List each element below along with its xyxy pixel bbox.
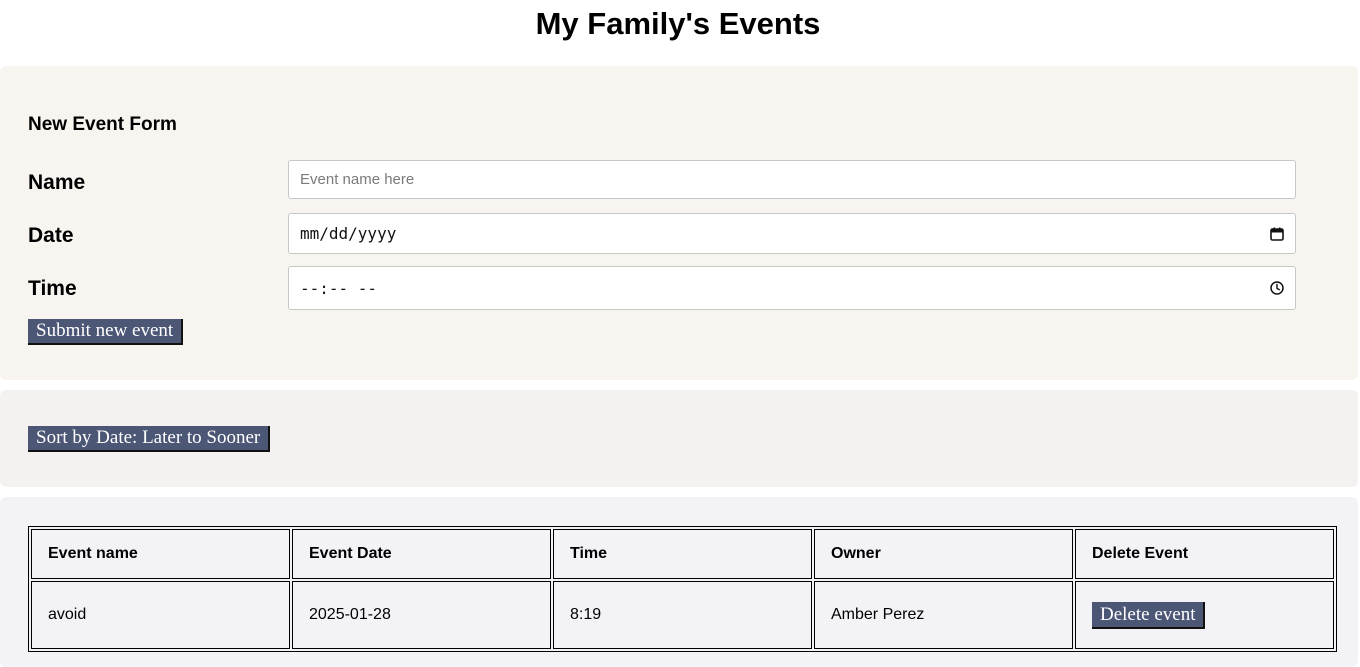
column-header-delete-event: Delete Event — [1075, 529, 1334, 579]
new-event-form: New Event Form Name Event name here Date… — [0, 66, 1358, 380]
events-table: Event name Event Date Time Owner Delete … — [28, 526, 1337, 652]
name-label: Name — [28, 171, 86, 194]
column-header-owner: Owner — [814, 529, 1073, 579]
date-label: Date — [28, 224, 74, 247]
event-name-placeholder: Event name here — [300, 171, 415, 188]
events-table-section: Event name Event Date Time Owner Delete … — [0, 497, 1358, 667]
cell-owner: Amber Perez — [814, 581, 1073, 649]
time-value: --:-- -- — [300, 279, 378, 298]
cell-time: 8:19 — [553, 581, 812, 649]
event-time-input[interactable]: --:-- -- — [288, 266, 1296, 310]
form-heading: New Event Form — [28, 114, 177, 135]
sort-section: Sort by Date: Later to Sooner — [0, 390, 1358, 487]
event-name-input[interactable]: Event name here — [288, 160, 1296, 199]
delete-event-button[interactable]: Delete event — [1092, 601, 1206, 629]
column-header-event-date: Event Date — [292, 529, 551, 579]
cell-delete: Delete event — [1075, 581, 1334, 649]
table-row: avoid 2025-01-28 8:19 Amber Perez Delete… — [31, 581, 1334, 649]
column-header-event-name: Event name — [31, 529, 290, 579]
column-header-time: Time — [553, 529, 812, 579]
submit-new-event-button[interactable]: Submit new event — [28, 319, 184, 345]
cell-event-name: avoid — [31, 581, 290, 649]
page-title: My Family's Events — [535, 6, 821, 41]
table-header-row: Event name Event Date Time Owner Delete … — [31, 529, 1334, 579]
clock-icon[interactable] — [1269, 280, 1285, 296]
date-value: mm/dd/yyyy — [300, 224, 397, 243]
sort-by-date-button[interactable]: Sort by Date: Later to Sooner — [28, 426, 271, 452]
event-date-input[interactable]: mm/dd/yyyy — [288, 213, 1296, 254]
cell-event-date: 2025-01-28 — [292, 581, 551, 649]
calendar-icon[interactable] — [1269, 226, 1285, 242]
time-label: Time — [28, 277, 77, 300]
